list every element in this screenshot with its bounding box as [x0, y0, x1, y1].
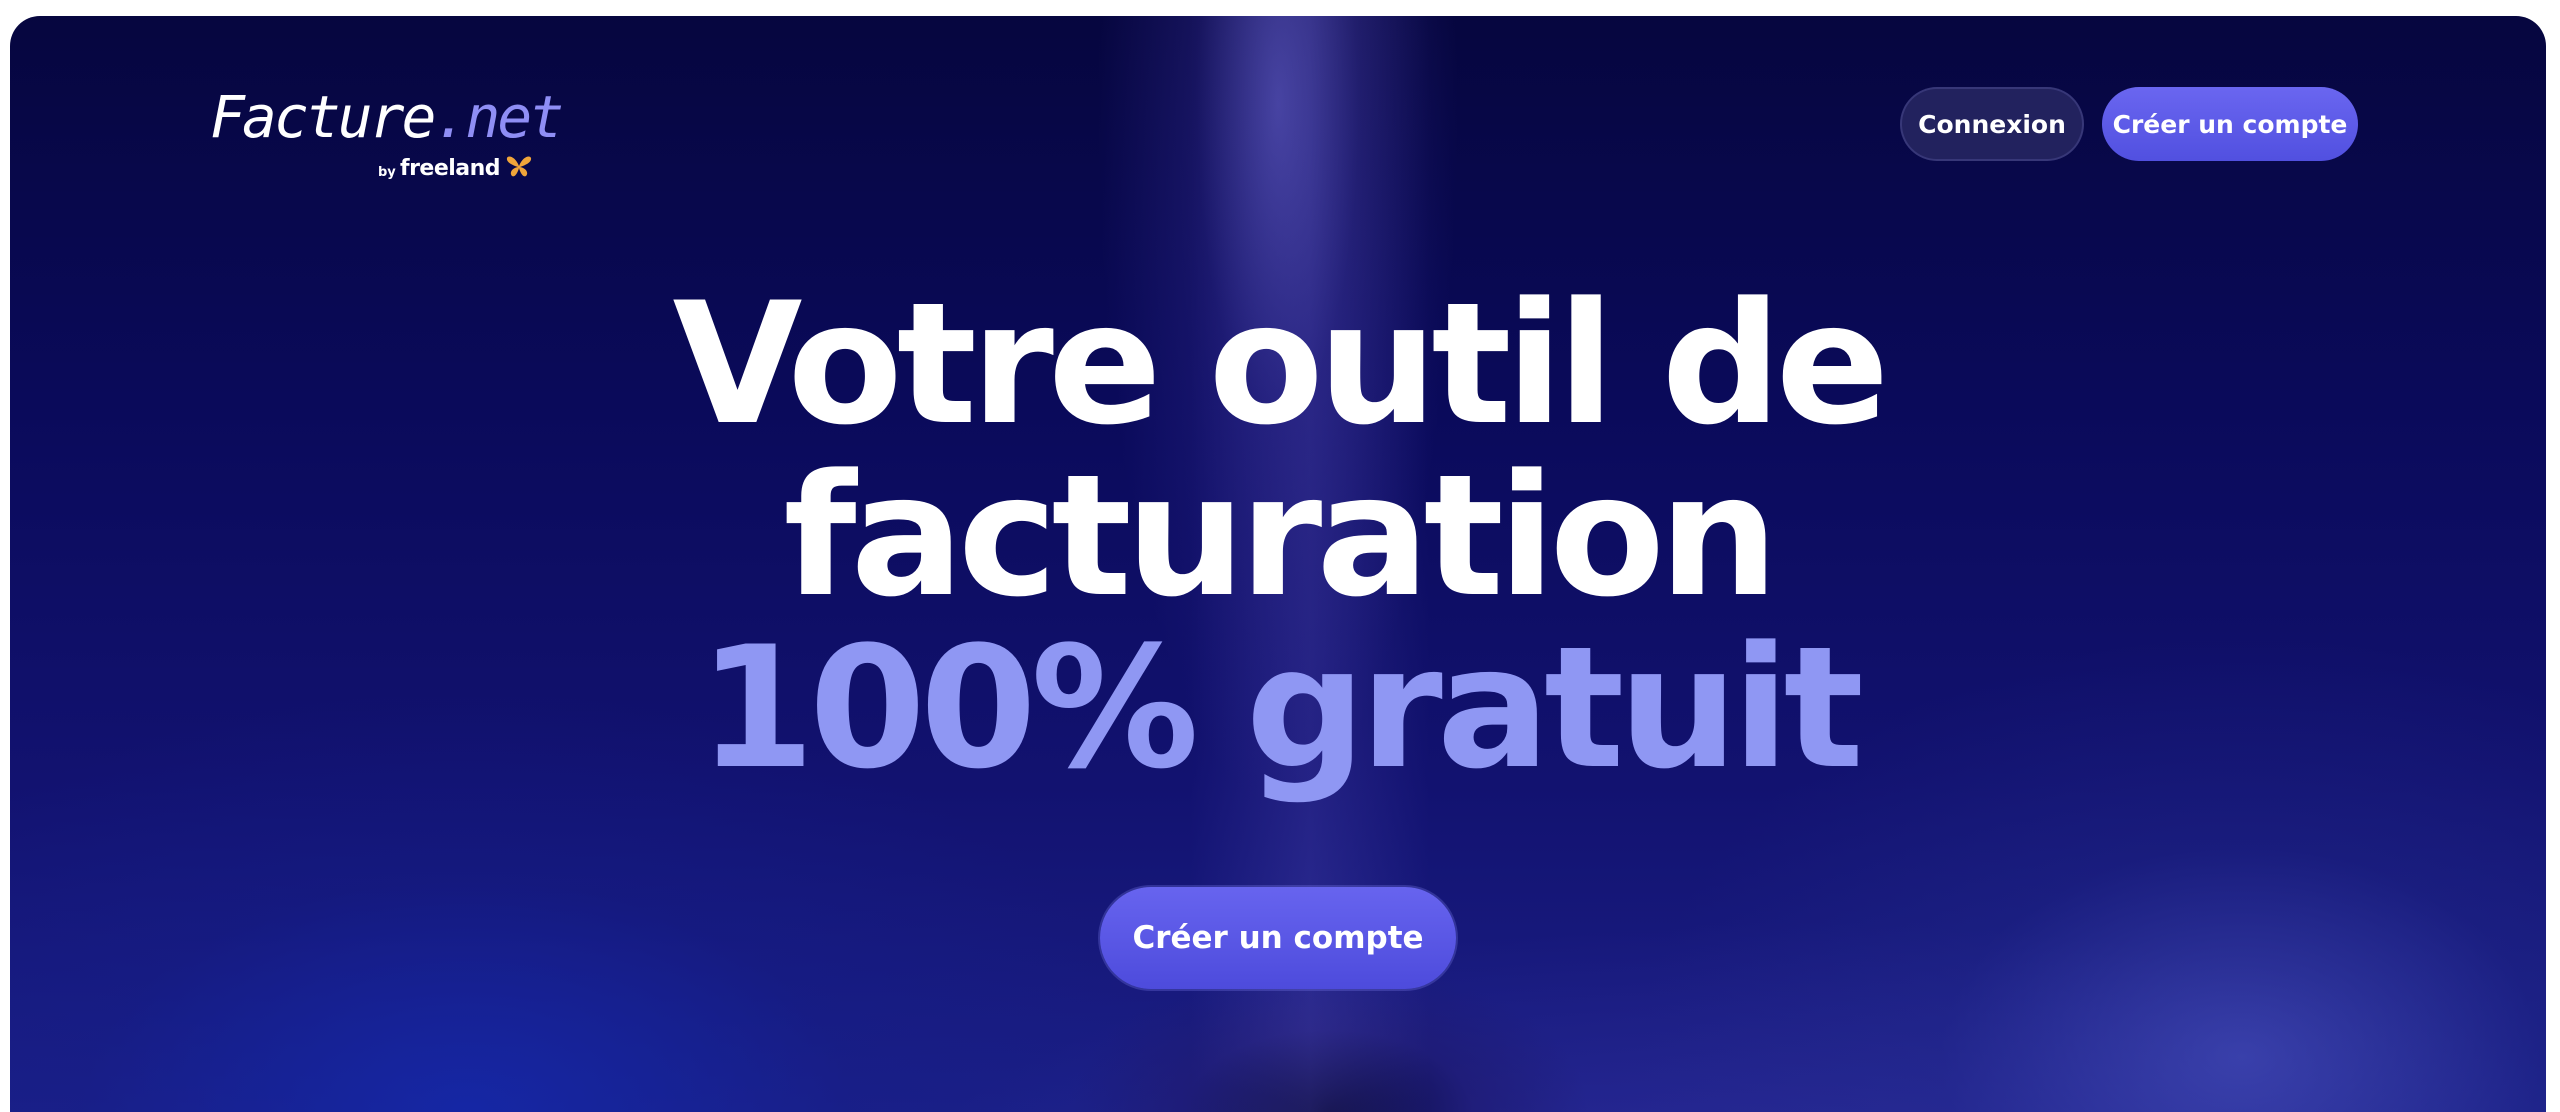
logo-net-text: .net: [433, 83, 564, 151]
headline-line-3: 100% gratuit: [698, 610, 1864, 806]
logo-facture-text: Facture: [210, 83, 436, 151]
butterfly-icon: [506, 156, 532, 177]
hero-headline: Votre outil de facturation 100% gratuit: [10, 278, 2546, 794]
login-button[interactable]: Connexion: [1900, 87, 2084, 161]
header-actions: Connexion Créer un compte: [1900, 87, 2358, 161]
hero-signup-button[interactable]: Créer un compte: [1100, 887, 1456, 989]
header-signup-button[interactable]: Créer un compte: [2102, 87, 2358, 161]
headline-line-2: facturation: [783, 438, 1778, 634]
headline-line-1: Votre outil de: [672, 266, 1889, 462]
facture-net-logo[interactable]: Facture.net by freeland: [210, 88, 564, 198]
logo-freeland-text: freeland: [400, 156, 501, 181]
logo-by-text: by: [378, 165, 396, 180]
hero-section: Facture.net by freeland Connexion Créer …: [10, 16, 2546, 1112]
logo-wordmark: Facture.net: [210, 88, 564, 146]
